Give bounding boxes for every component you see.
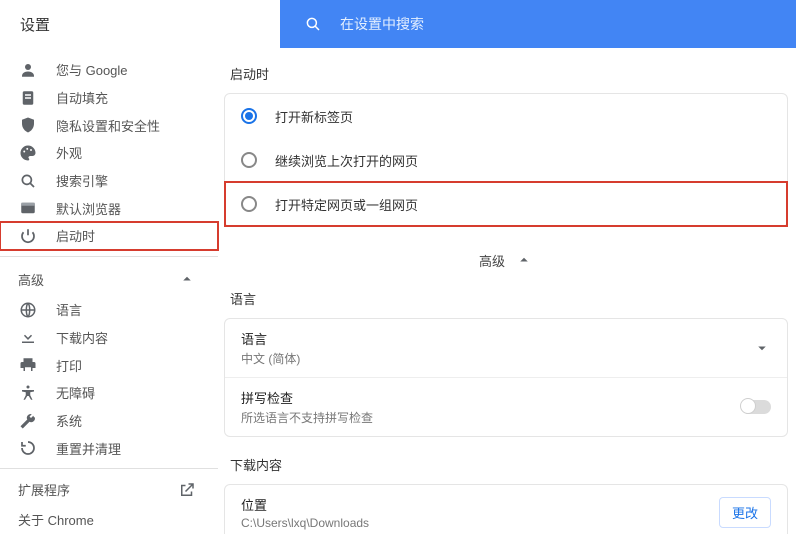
sidebar-advanced-label: 高级 xyxy=(18,270,44,289)
radio-icon xyxy=(241,152,257,168)
radio-label: 打开特定网页或一组网页 xyxy=(275,195,418,214)
external-link-icon xyxy=(178,481,196,499)
sidebar-item-label: 自动填充 xyxy=(56,88,108,107)
sidebar-item-print[interactable]: 打印 xyxy=(0,351,218,379)
sidebar-item-search-engine[interactable]: 搜索引擎 xyxy=(0,167,218,195)
sidebar-item-label: 启动时 xyxy=(56,226,95,245)
section-title-startup: 启动时 xyxy=(230,64,788,83)
download-icon xyxy=(18,327,38,347)
palette-icon xyxy=(18,143,38,163)
person-icon xyxy=(18,60,38,80)
search-placeholder: 在设置中搜索 xyxy=(340,14,424,34)
sidebar: 您与 Google 自动填充 隐私设置和安全性 外观 搜索引擎 默认浏览器 xyxy=(0,48,218,534)
startup-card: 打开新标签页 继续浏览上次打开的网页 打开特定网页或一组网页 xyxy=(224,93,788,227)
sidebar-extensions[interactable]: 扩展程序 xyxy=(0,475,218,505)
language-label: 语言 xyxy=(241,329,300,348)
power-icon xyxy=(18,226,38,246)
spellcheck-sub: 所选语言不支持拼写检查 xyxy=(241,409,373,426)
print-icon xyxy=(18,355,38,375)
sidebar-item-privacy[interactable]: 隐私设置和安全性 xyxy=(0,111,218,139)
sidebar-item-label: 外观 xyxy=(56,143,82,162)
chevron-up-icon xyxy=(515,251,533,269)
download-location-row: 位置 C:\Users\lxq\Downloads 更改 xyxy=(225,485,787,534)
radio-label: 打开新标签页 xyxy=(275,107,353,126)
divider xyxy=(0,468,218,469)
sidebar-item-default-browser[interactable]: 默认浏览器 xyxy=(0,194,218,222)
sidebar-item-label: 无障碍 xyxy=(56,383,95,402)
downloads-card: 位置 C:\Users\lxq\Downloads 更改 下载前询问每个文件的保… xyxy=(224,484,788,534)
download-location-value: C:\Users\lxq\Downloads xyxy=(241,516,369,530)
sidebar-item-you-and-google[interactable]: 您与 Google xyxy=(0,56,218,84)
spellcheck-toggle xyxy=(741,400,771,414)
sidebar-item-autofill[interactable]: 自动填充 xyxy=(0,84,218,112)
download-location-label: 位置 xyxy=(241,495,369,514)
page-title: 设置 xyxy=(0,14,280,35)
sidebar-item-label: 语言 xyxy=(56,300,82,319)
radio-label: 继续浏览上次打开的网页 xyxy=(275,151,418,170)
sidebar-extensions-label: 扩展程序 xyxy=(18,480,70,499)
sidebar-advanced-toggle[interactable]: 高级 xyxy=(0,263,218,296)
autofill-icon xyxy=(18,88,38,108)
sidebar-item-label: 重置并清理 xyxy=(56,439,121,458)
radio-icon xyxy=(241,108,257,124)
globe-icon xyxy=(18,300,38,320)
main-content: 启动时 打开新标签页 继续浏览上次打开的网页 打开特定网页或一组网页 高级 xyxy=(218,48,800,534)
spellcheck-label: 拼写检查 xyxy=(241,388,373,407)
sidebar-about-chrome[interactable]: 关于 Chrome xyxy=(0,505,218,534)
language-row[interactable]: 语言 中文 (简体) xyxy=(225,319,787,377)
browser-icon xyxy=(18,198,38,218)
search-icon xyxy=(304,15,322,33)
search-icon xyxy=(18,171,38,191)
section-title-downloads: 下载内容 xyxy=(230,455,788,474)
chevron-down-icon xyxy=(753,339,771,357)
radio-icon xyxy=(241,196,257,212)
sidebar-about-label: 关于 Chrome xyxy=(18,510,94,529)
sidebar-item-label: 打印 xyxy=(56,356,82,375)
sidebar-item-label: 下载内容 xyxy=(56,328,108,347)
search-bar[interactable]: 在设置中搜索 xyxy=(280,0,796,48)
advanced-header-label: 高级 xyxy=(479,251,505,270)
reset-icon xyxy=(18,438,38,458)
change-location-button[interactable]: 更改 xyxy=(719,497,771,528)
sidebar-item-accessibility[interactable]: 无障碍 xyxy=(0,379,218,407)
accessibility-icon xyxy=(18,383,38,403)
sidebar-item-label: 隐私设置和安全性 xyxy=(56,116,160,135)
startup-option-continue[interactable]: 继续浏览上次打开的网页 xyxy=(225,138,787,182)
startup-option-specific-pages[interactable]: 打开特定网页或一组网页 xyxy=(225,182,787,226)
sidebar-item-label: 您与 Google xyxy=(56,60,128,79)
sidebar-item-reset[interactable]: 重置并清理 xyxy=(0,434,218,462)
sidebar-item-label: 搜索引擎 xyxy=(56,171,108,190)
sidebar-item-language[interactable]: 语言 xyxy=(0,296,218,324)
sidebar-item-label: 默认浏览器 xyxy=(56,199,121,218)
language-value: 中文 (简体) xyxy=(241,350,300,367)
language-card: 语言 中文 (简体) 拼写检查 所选语言不支持拼写检查 xyxy=(224,318,788,437)
spellcheck-row: 拼写检查 所选语言不支持拼写检查 xyxy=(225,377,787,436)
sidebar-item-appearance[interactable]: 外观 xyxy=(0,139,218,167)
advanced-header[interactable]: 高级 xyxy=(224,245,788,275)
wrench-icon xyxy=(18,411,38,431)
sidebar-item-downloads[interactable]: 下载内容 xyxy=(0,324,218,352)
shield-icon xyxy=(18,115,38,135)
divider xyxy=(0,256,218,257)
startup-option-new-tab[interactable]: 打开新标签页 xyxy=(225,94,787,138)
sidebar-item-system[interactable]: 系统 xyxy=(0,407,218,435)
chevron-up-icon xyxy=(178,270,196,288)
sidebar-item-label: 系统 xyxy=(56,411,82,430)
sidebar-item-on-startup[interactable]: 启动时 xyxy=(0,222,218,250)
section-title-language: 语言 xyxy=(230,289,788,308)
